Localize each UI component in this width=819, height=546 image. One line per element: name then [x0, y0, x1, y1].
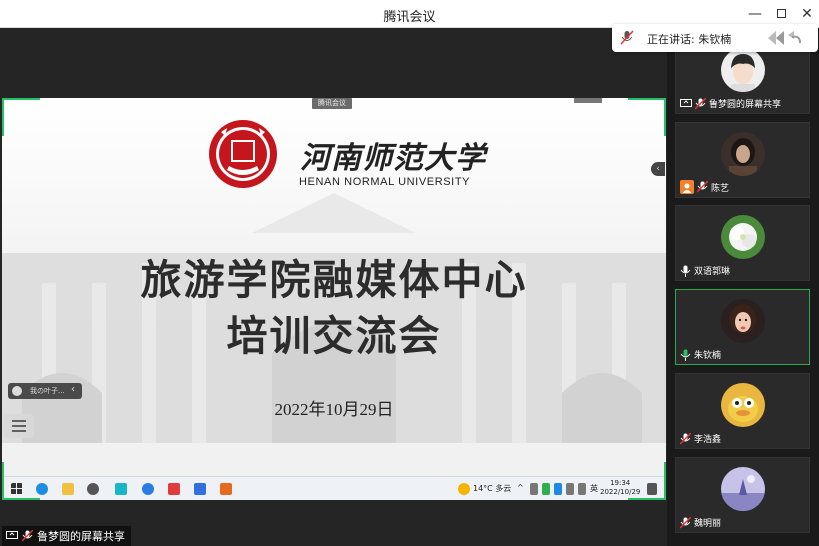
- bilibili-icon: [115, 483, 127, 495]
- windows-start-icon: [11, 483, 22, 494]
- share-frame-corner: [2, 498, 40, 500]
- screen-share-icon: [680, 98, 692, 107]
- wps-icon: [168, 483, 180, 495]
- share-frame-corner: [628, 98, 666, 100]
- participant-name: 朱钦楠: [694, 351, 722, 361]
- collapse-icon[interactable]: [786, 31, 802, 45]
- file-explorer-icon: [62, 483, 74, 495]
- emoji-icon: [12, 386, 22, 396]
- member-list-button[interactable]: [4, 414, 34, 438]
- notification-icon: [647, 483, 657, 495]
- presentation-slide: 腾讯会议 河南师范大学 HENAN NORMAL UNIVERSITY 旅游学院…: [2, 98, 666, 476]
- window-title: 腾讯会议: [383, 10, 436, 25]
- participant-name-row: 李浩鑫: [680, 432, 721, 445]
- shared-taskbar: 14°C 多云 ^ 英 19:34 2022/10/29: [2, 476, 666, 500]
- floating-toolbar[interactable]: 我の叶子... ‹: [8, 383, 82, 399]
- participant-avatar: [721, 48, 765, 92]
- slide-title-line1: 旅游学院融媒体中心: [140, 256, 528, 304]
- mic-muted-icon: [697, 181, 708, 193]
- layout-icon[interactable]: [768, 31, 784, 45]
- participant-tile[interactable]: 双语郭琳: [675, 205, 810, 281]
- close-button[interactable]: ✕: [796, 3, 818, 25]
- participant-avatar: [721, 215, 765, 259]
- participant-tile[interactable]: 魏明丽: [675, 457, 810, 533]
- slide-date: 2022年10月29日: [274, 400, 394, 419]
- participant-tile[interactable]: 李浩鑫: [675, 373, 810, 449]
- speaking-label: 正在讲话: 朱钦楠: [647, 33, 732, 46]
- mic-active-icon: [680, 349, 691, 361]
- tencent-meeting-icon: [194, 483, 206, 495]
- university-name-cn: 河南师范大学: [300, 141, 486, 176]
- media-player-icon: [220, 483, 232, 495]
- taskbar-clock: 19:34 2022/10/29: [600, 479, 640, 497]
- mic-muted-icon: [22, 530, 33, 542]
- taskbar-time: 19:34: [610, 479, 631, 487]
- list-icon: [12, 425, 26, 427]
- list-icon: [12, 430, 26, 432]
- tray-icon: [554, 483, 562, 495]
- participants-panel: 鲁梦圆的屏幕共享 陈艺 双语郭琳 朱钦楠 李浩鑫 魏明丽: [667, 28, 819, 546]
- edge-browser-icon: [36, 483, 48, 495]
- screen-share-icon: [6, 531, 18, 539]
- mic-muted-icon: [620, 30, 634, 45]
- share-tag: 腾讯会议: [312, 98, 352, 109]
- share-tag-bar: [574, 98, 602, 103]
- slide-title-line2: 培训交流会: [226, 312, 442, 360]
- shared-screen: 腾讯会议 河南师范大学 HENAN NORMAL UNIVERSITY 旅游学院…: [2, 98, 666, 500]
- chevron-left-icon[interactable]: ‹: [71, 384, 75, 395]
- weather-icon: [458, 483, 470, 495]
- participant-avatar: [721, 299, 765, 343]
- collapse-sidebar-button[interactable]: ‹: [651, 162, 665, 176]
- participant-avatar: [721, 467, 765, 511]
- mic-muted-icon: [680, 516, 691, 528]
- mic-muted-icon: [695, 97, 706, 109]
- participant-name: 李浩鑫: [694, 435, 722, 445]
- minimize-button[interactable]: —: [744, 3, 766, 25]
- speaking-indicator: 正在讲话: 朱钦楠: [612, 24, 818, 52]
- maximize-button[interactable]: [770, 3, 792, 25]
- participant-name: 魏明丽: [694, 519, 722, 529]
- participant-name-row: 魏明丽: [680, 516, 721, 529]
- participant-name-row: 双语郭琳: [680, 264, 730, 277]
- mic-icon: [680, 265, 691, 277]
- participant-avatar: [721, 383, 765, 427]
- share-frame-corner: [2, 98, 40, 100]
- screen-share-label: 鲁梦圆的屏幕共享: [2, 526, 131, 546]
- participant-name-row: 陈艺: [680, 180, 729, 194]
- tray-icon: [530, 483, 538, 495]
- participant-name: 陈艺: [711, 183, 730, 194]
- screen-share-label-text: 鲁梦圆的屏幕共享: [37, 530, 125, 543]
- floating-toolbar-text: 我の叶子...: [30, 387, 65, 395]
- participant-name: 双语郭琳: [694, 267, 731, 277]
- university-seal-logo: [209, 120, 277, 188]
- participant-avatar: [721, 132, 765, 176]
- share-frame-corner: [628, 498, 666, 500]
- screen-share-area: 腾讯会议 河南师范大学 HENAN NORMAL UNIVERSITY 旅游学院…: [0, 28, 667, 546]
- participant-tile[interactable]: 陈艺: [675, 122, 810, 198]
- share-frame-corner: [664, 98, 666, 136]
- share-frame-corner: [2, 462, 4, 500]
- wifi-icon: [578, 483, 586, 495]
- taskbar-date: 2022/10/29: [600, 488, 641, 496]
- tray-chevron-icon: ^: [517, 483, 524, 492]
- host-icon: [680, 180, 694, 194]
- participant-name-row: 朱钦楠: [680, 348, 721, 361]
- tray-icon: [542, 483, 550, 495]
- app-icon: [142, 483, 154, 495]
- participant-tile-speaking[interactable]: 朱钦楠: [675, 289, 810, 365]
- participant-name: 鲁梦圆的屏幕共享: [709, 100, 782, 110]
- input-language: 英: [590, 484, 598, 493]
- share-frame-corner: [2, 98, 4, 136]
- maximize-icon: [776, 9, 786, 18]
- share-frame-corner: [664, 462, 666, 500]
- mic-muted-icon: [680, 432, 691, 444]
- tencent-meeting-window: 腾讯会议 — ✕ 腾讯会议 河南师范大学 HENAN NORMAL UNIVER…: [0, 0, 819, 546]
- university-name-en: HENAN NORMAL UNIVERSITY: [299, 176, 471, 188]
- list-icon: [12, 420, 26, 422]
- battery-icon: [566, 483, 574, 495]
- dell-icon: [87, 483, 99, 495]
- participant-name-row: 鲁梦圆的屏幕共享: [680, 97, 781, 110]
- taskbar-weather: 14°C 多云: [473, 484, 512, 493]
